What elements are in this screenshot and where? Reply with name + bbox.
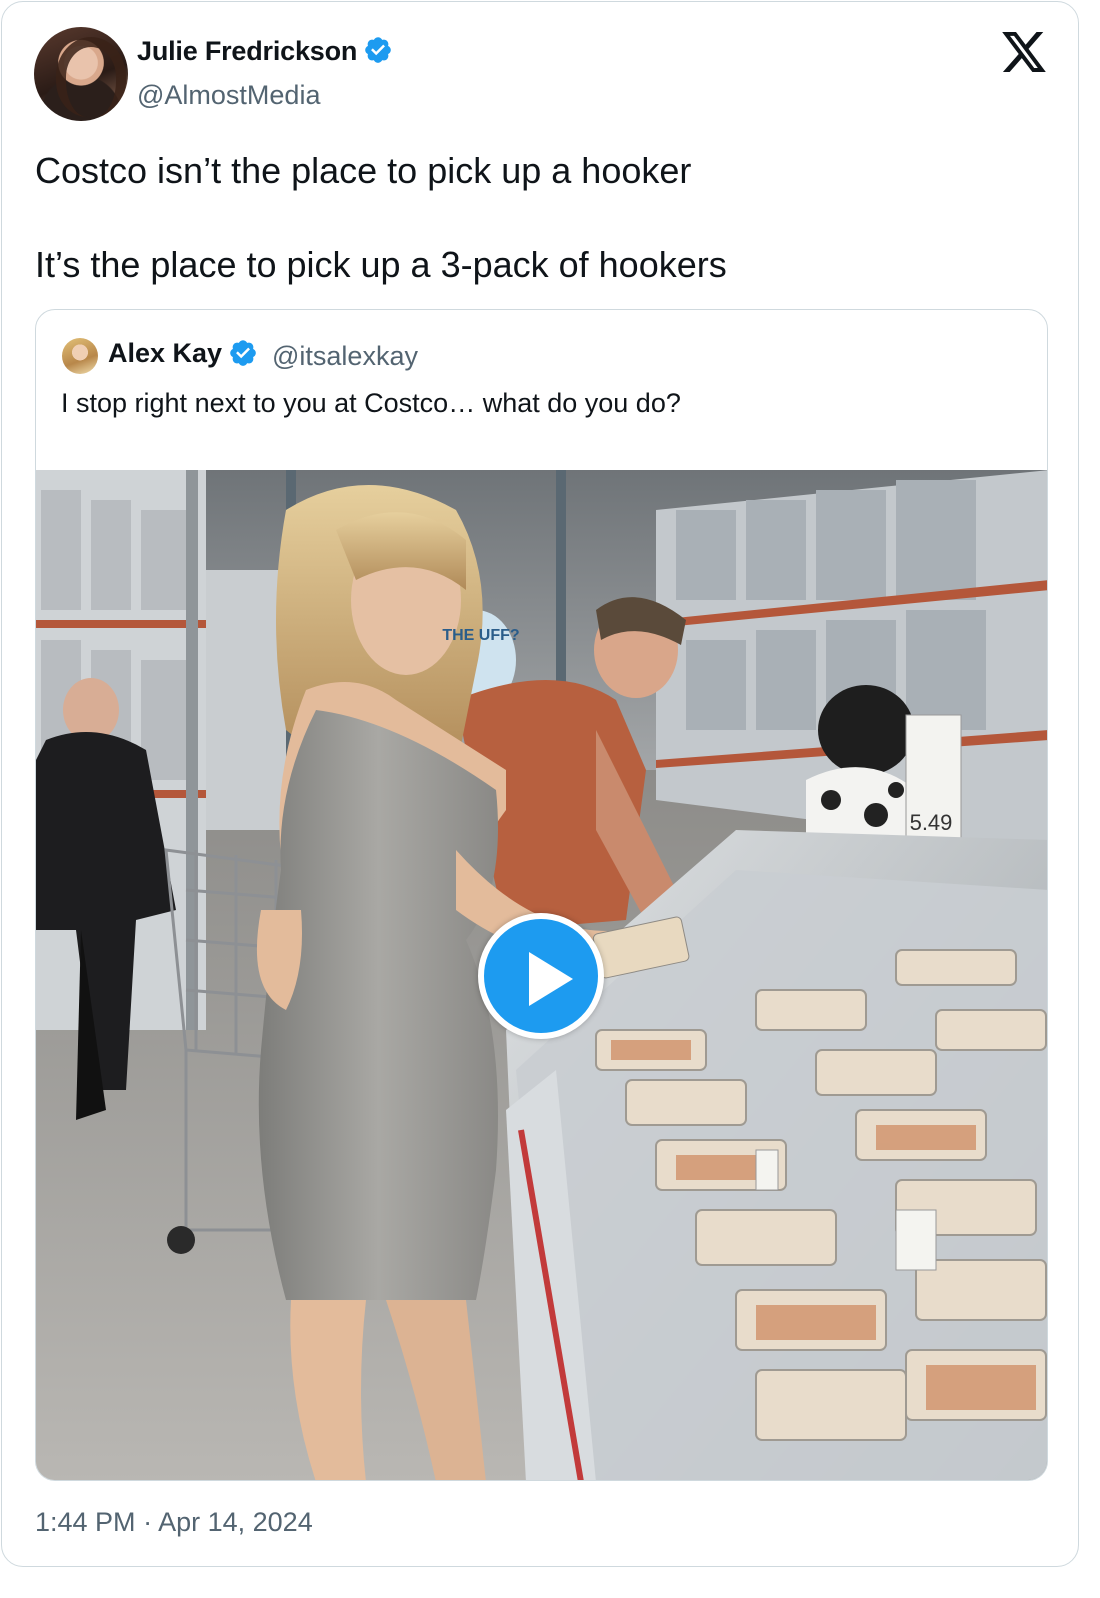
timestamp-separator: ·: [143, 1507, 153, 1537]
tweet-date[interactable]: Apr 14, 2024: [158, 1507, 313, 1537]
store-sign-text: THE UFF?: [442, 627, 519, 644]
tweet-timestamp[interactable]: 1:44 PM · Apr 14, 2024: [35, 1507, 313, 1538]
tweet-text-line-1: Costco isn’t the place to pick up a hook…: [35, 150, 692, 191]
quoted-author-avatar[interactable]: [62, 338, 98, 374]
quoted-verified-badge-icon: [230, 340, 256, 366]
author-avatar[interactable]: [34, 27, 128, 121]
quoted-author-name-row[interactable]: Alex Kay: [108, 338, 258, 369]
tweet-text-line-2: It’s the place to pick up a 3-pack of ho…: [35, 244, 727, 285]
author-name[interactable]: Julie Fredrickson: [137, 36, 357, 66]
price-tag-text: 5.49: [910, 810, 953, 835]
author-name-row[interactable]: Julie Fredrickson: [137, 35, 393, 67]
quoted-author-name[interactable]: Alex Kay: [108, 338, 222, 368]
quoted-author-handle[interactable]: @itsalexkay: [272, 341, 418, 372]
tweet-text: Costco isn’t the place to pick up a hook…: [35, 147, 1045, 288]
quoted-tweet[interactable]: Alex Kay @itsalexkay I stop right next t…: [35, 309, 1048, 1481]
verified-badge-icon: [365, 37, 391, 63]
play-icon[interactable]: [478, 913, 604, 1039]
tweet-card[interactable]: Julie Fredrickson @AlmostMedia Costco is…: [1, 1, 1079, 1567]
quoted-tweet-text: I stop right next to you at Costco… what…: [61, 388, 681, 418]
tweet-time[interactable]: 1:44 PM: [35, 1507, 136, 1537]
video-thumbnail[interactable]: 5.49 THE UFF?: [36, 470, 1047, 1480]
author-handle[interactable]: @AlmostMedia: [137, 80, 320, 111]
x-logo-icon[interactable]: [1002, 32, 1046, 72]
